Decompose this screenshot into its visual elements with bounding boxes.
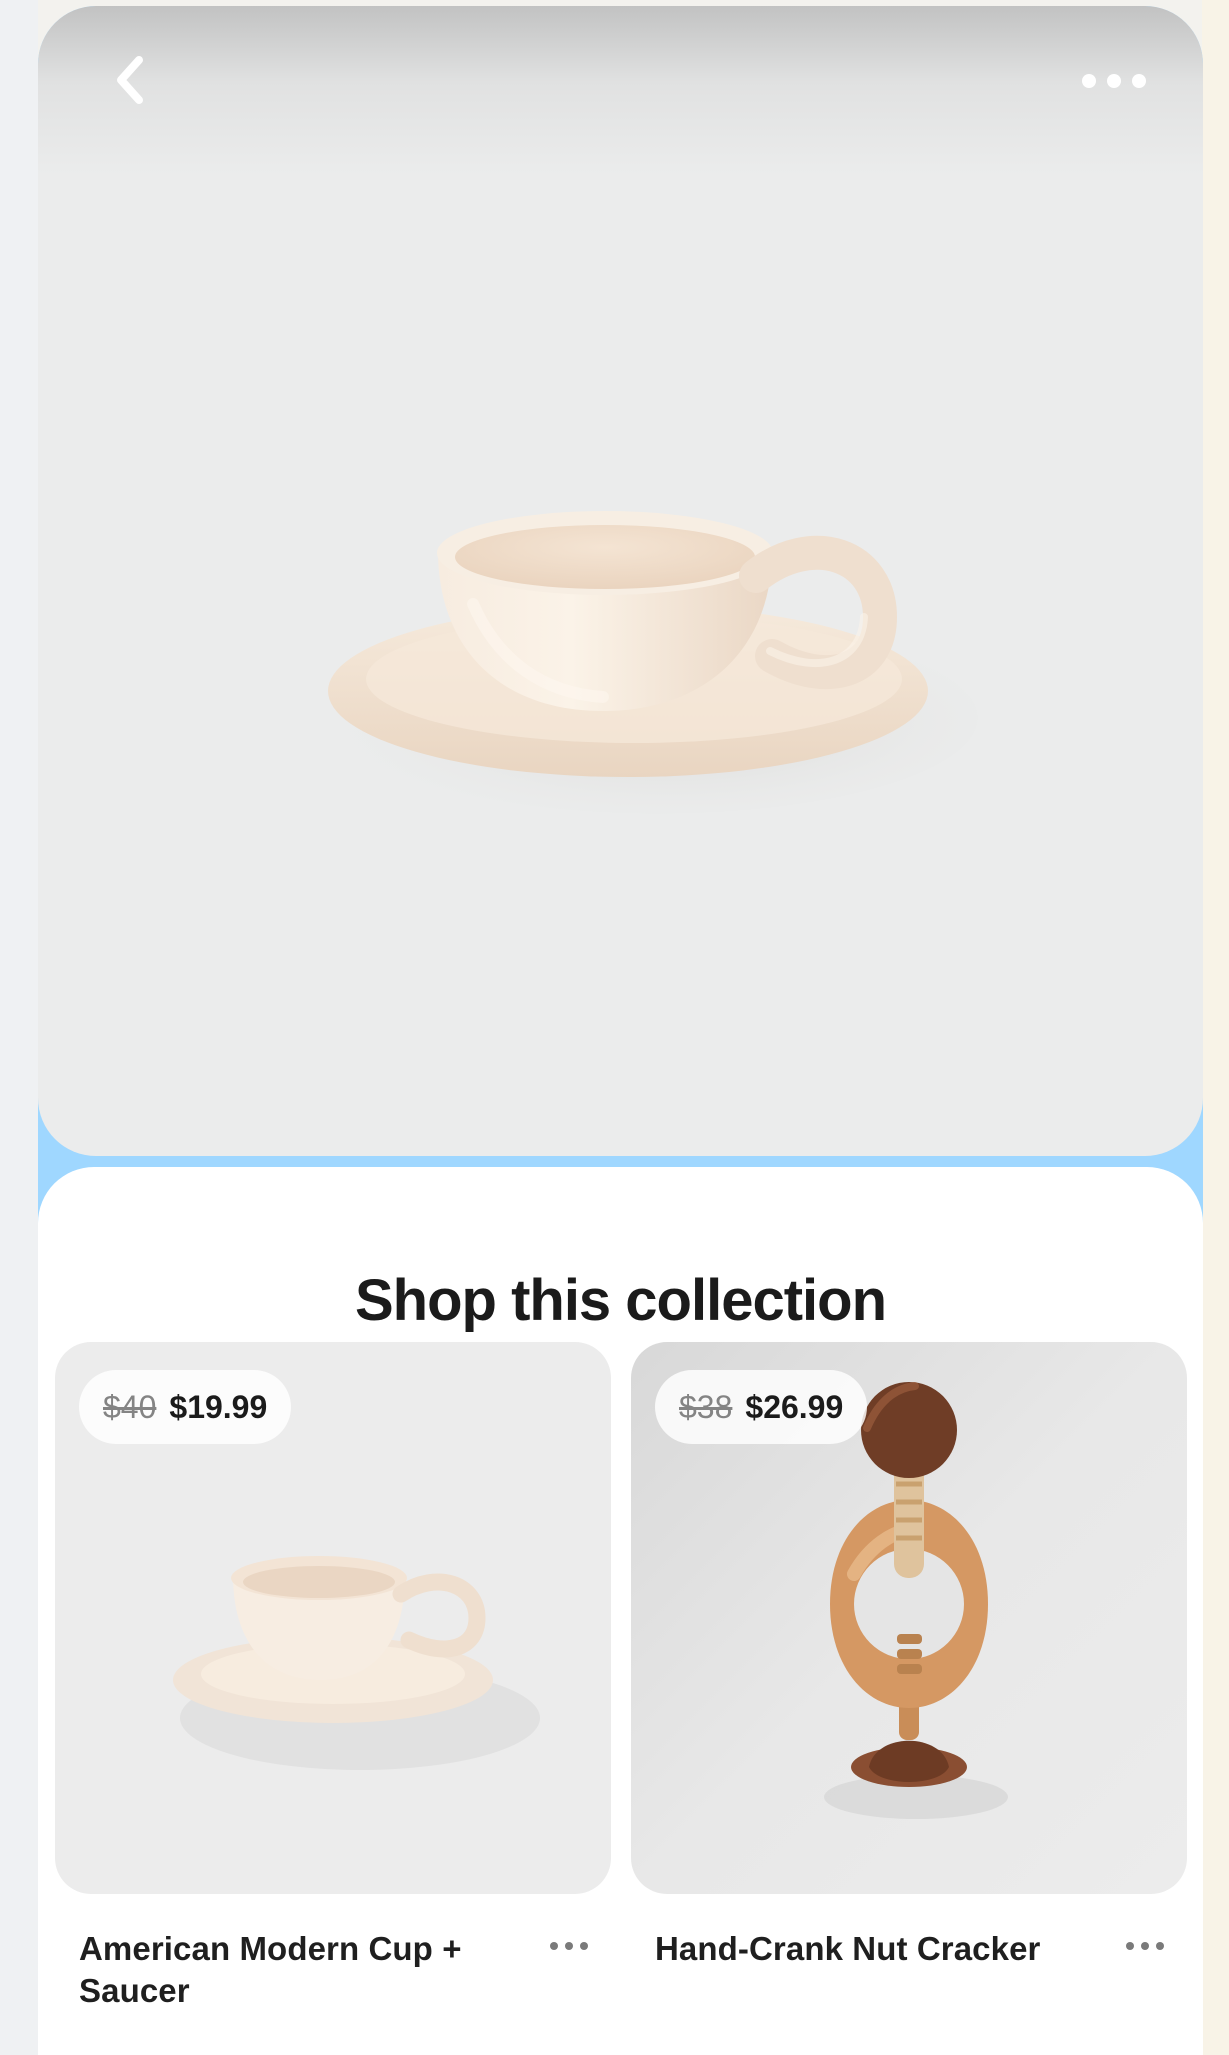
more-horizontal-icon — [550, 1942, 588, 1950]
sale-price: $19.99 — [169, 1389, 268, 1425]
left-background-strip — [0, 0, 38, 2055]
more-horizontal-icon — [1082, 74, 1146, 88]
product-more-button[interactable] — [541, 1932, 597, 1960]
product-card-nut-cracker[interactable]: $38 $26.99 Hand-Crank Nut Cracker — [631, 1342, 1187, 2055]
back-button[interactable] — [90, 40, 170, 120]
original-price: $38 — [679, 1389, 733, 1425]
hero-top-gradient — [38, 6, 1203, 176]
chevron-left-icon — [117, 56, 143, 104]
original-price: $40 — [103, 1389, 157, 1425]
right-background-strip — [1202, 0, 1229, 2055]
shop-collection-sheet: Shop this collection $40 $19.99 American… — [38, 1167, 1203, 2055]
screenshot-stage: Shop this collection $40 $19.99 American… — [0, 0, 1229, 2055]
cup-and-saucer-illustration — [328, 511, 978, 814]
product-image-nut-cracker[interactable]: $38 $26.99 — [631, 1342, 1187, 1894]
price-badge: $38 $26.99 — [655, 1370, 868, 1444]
page-title: Shop this collection — [354, 1267, 887, 1333]
hero-product-image — [38, 6, 1203, 1156]
product-more-button[interactable] — [1117, 1932, 1173, 1960]
product-image-cup-saucer[interactable]: $40 $19.99 — [55, 1342, 611, 1894]
more-options-button[interactable] — [1069, 46, 1159, 116]
product-name[interactable]: American Modern Cup + Saucer — [79, 1928, 499, 2012]
product-card-cup-saucer[interactable]: $40 $19.99 American Modern Cup + Saucer — [55, 1342, 611, 2055]
sale-price: $26.99 — [745, 1389, 844, 1425]
product-name[interactable]: Hand-Crank Nut Cracker — [655, 1928, 1075, 1970]
phone-screen: Shop this collection $40 $19.99 American… — [38, 6, 1203, 2055]
more-horizontal-icon — [1126, 1942, 1164, 1950]
price-badge: $40 $19.99 — [79, 1370, 292, 1444]
